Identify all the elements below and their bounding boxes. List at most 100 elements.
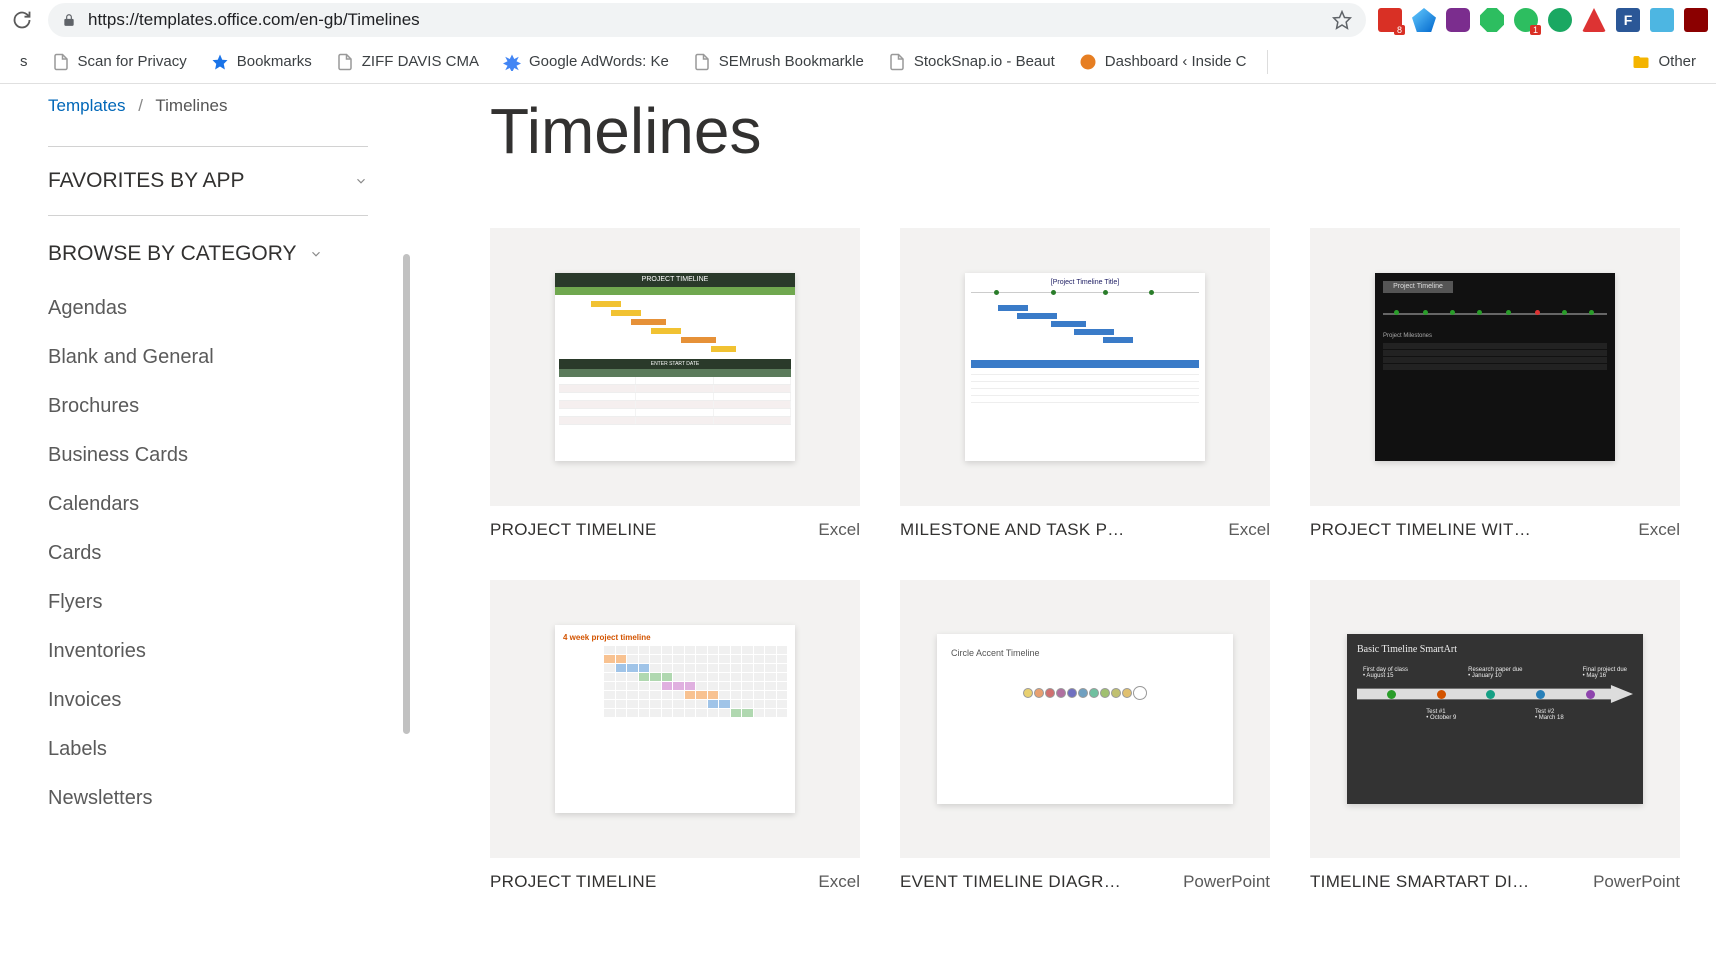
category-item[interactable]: Brochures [48,382,368,431]
bookmark-item[interactable]: Google AdWords: Ke [493,47,679,77]
extension-icon[interactable]: F [1616,8,1640,32]
template-title: PROJECT TIMELINE [490,872,657,892]
template-card[interactable]: Circle Accent Timeline [900,580,1270,892]
template-app: Excel [818,520,860,540]
extension-icon[interactable] [1684,8,1708,32]
template-title: PROJECT TIMELINE [490,520,657,540]
extension-icon[interactable] [1446,8,1470,32]
bookmarks-bar: s Scan for Privacy Bookmarks ZIFF DAVIS … [0,40,1716,84]
page-title: Timelines [490,94,1656,168]
template-thumb: PROJECT TIMELINE ENTER START DATE [490,228,860,506]
page-body: Templates / Timelines FAVORITES BY APP B… [0,84,1716,965]
template-card[interactable]: 4 week project timeline [490,580,860,892]
card-meta: TIMELINE SMARTART DI… PowerPoint [1310,872,1680,892]
url-text: https://templates.office.com/en-gb/Timel… [88,10,1320,30]
browser-toolbar: https://templates.office.com/en-gb/Timel… [0,0,1716,40]
template-app: Excel [1228,520,1270,540]
breadcrumb-sep: / [138,96,143,115]
category-item[interactable]: Labels [48,725,368,774]
template-app: PowerPoint [1183,872,1270,892]
extension-icons: 8 1 F [1378,8,1708,32]
category-item[interactable]: Cards [48,529,368,578]
dashboard-icon [1079,53,1097,71]
template-card[interactable]: PROJECT TIMELINE ENTER START DATE [490,228,860,540]
template-thumb: Project Timeline Project Milestones [1310,228,1680,506]
card-meta: PROJECT TIMELINE Excel [490,872,860,892]
template-grid: PROJECT TIMELINE ENTER START DATE [490,228,1656,892]
template-card[interactable]: Basic Timeline SmartArt First day of cla… [1310,580,1680,892]
browse-by-category-toggle[interactable]: BROWSE BY CATEGORY [48,216,368,284]
page-icon [336,53,354,71]
folder-icon [1632,53,1650,71]
extension-icon[interactable] [1548,8,1572,32]
extension-icon[interactable] [1582,8,1606,32]
card-meta: PROJECT TIMELINE Excel [490,520,860,540]
template-app: PowerPoint [1593,872,1680,892]
page-icon [693,53,711,71]
bookmark-item[interactable]: StockSnap.io - Beaut [878,47,1065,77]
category-item[interactable]: Business Cards [48,431,368,480]
template-title: TIMELINE SMARTART DI… [1310,872,1529,892]
template-app: Excel [818,872,860,892]
template-card[interactable]: Project Timeline Project Milestones PR [1310,228,1680,540]
sidebar: FAVORITES BY APP BROWSE BY CATEGORY Agen… [48,146,368,823]
category-item[interactable]: Invoices [48,676,368,725]
extension-icon[interactable]: 8 [1378,8,1402,32]
main-content: Timelines PROJECT TIMELINE [410,84,1716,965]
thumb-preview: PROJECT TIMELINE ENTER START DATE [555,273,795,461]
thumb-preview: 4 week project timeline [555,625,795,813]
category-item[interactable]: Blank and General [48,333,368,382]
extension-icon[interactable]: 1 [1514,8,1538,32]
category-item[interactable]: Inventories [48,627,368,676]
lock-icon [62,13,76,27]
sidebar-scrollbar[interactable] [403,254,410,734]
breadcrumb-root[interactable]: Templates [48,96,125,115]
google-icon [503,53,521,71]
bookmark-item[interactable]: ZIFF DAVIS CMA [326,47,489,77]
extension-icon[interactable] [1650,8,1674,32]
bookmark-item[interactable]: Scan for Privacy [42,47,197,77]
template-thumb: Basic Timeline SmartArt First day of cla… [1310,580,1680,858]
thumb-preview: Circle Accent Timeline [937,634,1233,804]
category-list: Agendas Blank and General Brochures Busi… [48,284,368,823]
card-meta: EVENT TIMELINE DIAGR… PowerPoint [900,872,1270,892]
template-card[interactable]: [Project Timeline Title] [900,228,1270,540]
template-thumb: 4 week project timeline [490,580,860,858]
card-meta: MILESTONE AND TASK P… Excel [900,520,1270,540]
separator [1267,50,1268,74]
breadcrumb-current: Timelines [155,96,227,115]
template-title: EVENT TIMELINE DIAGR… [900,872,1121,892]
address-bar[interactable]: https://templates.office.com/en-gb/Timel… [48,3,1366,37]
favorites-by-app-toggle[interactable]: FAVORITES BY APP [48,146,368,216]
star-icon [211,53,229,71]
breadcrumb: Templates / Timelines [48,96,410,116]
extension-icon[interactable] [1480,8,1504,32]
category-item[interactable]: Calendars [48,480,368,529]
bookmark-star-icon[interactable] [1332,10,1352,30]
bookmark-item[interactable]: s [10,47,38,76]
page-icon [52,53,70,71]
category-item[interactable]: Flyers [48,578,368,627]
page-icon [888,53,906,71]
category-item[interactable]: Agendas [48,284,368,333]
template-title: PROJECT TIMELINE WIT… [1310,520,1531,540]
template-thumb: [Project Timeline Title] [900,228,1270,506]
thumb-preview: Project Timeline Project Milestones [1375,273,1615,461]
category-item[interactable]: Newsletters [48,774,368,823]
template-app: Excel [1638,520,1680,540]
bookmark-item[interactable]: Bookmarks [201,47,322,77]
other-bookmarks[interactable]: Other [1622,47,1706,77]
bookmark-item[interactable]: Dashboard ‹ Inside C [1069,47,1257,77]
extension-icon[interactable] [1412,8,1436,32]
chevron-down-icon [309,247,323,261]
sidebar-wrap: Templates / Timelines FAVORITES BY APP B… [0,84,410,965]
thumb-preview: Basic Timeline SmartArt First day of cla… [1347,634,1643,804]
thumb-preview: [Project Timeline Title] [965,273,1205,461]
reload-button[interactable] [8,6,36,34]
card-meta: PROJECT TIMELINE WIT… Excel [1310,520,1680,540]
bookmark-item[interactable]: SEMrush Bookmarkle [683,47,874,77]
chevron-down-icon [354,174,368,188]
reload-icon [12,10,32,30]
template-thumb: Circle Accent Timeline [900,580,1270,858]
template-title: MILESTONE AND TASK P… [900,520,1125,540]
